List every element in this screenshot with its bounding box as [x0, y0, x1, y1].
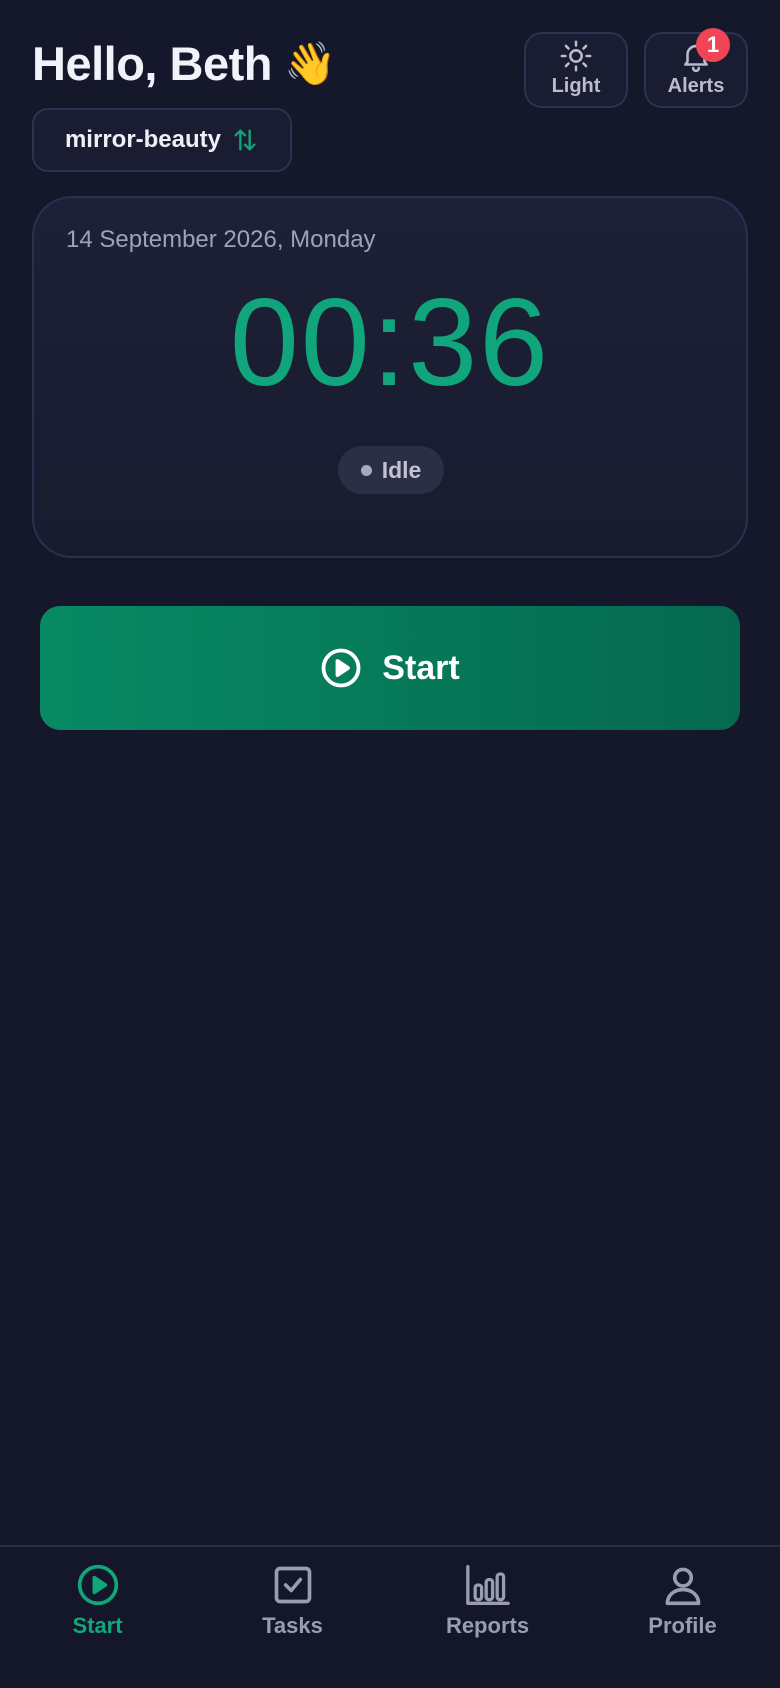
checkbox-icon [274, 1566, 311, 1604]
bar-chart-icon [465, 1565, 510, 1605]
play-circle-icon [321, 648, 361, 688]
bottom-navigation: Start Tasks Reports Profile [0, 1545, 780, 1688]
workspace-name: mirror-beauty [64, 126, 222, 153]
current-date: 14 September 2026, Monday [66, 226, 376, 253]
wave-emoji-icon: 👋 [283, 38, 336, 88]
workspace-switcher[interactable]: mirror-beauty [32, 108, 292, 172]
alerts-button[interactable]: 1 Alerts [644, 28, 748, 108]
nav-label-tasks: Tasks [262, 1613, 323, 1638]
theme-toggle-label: Light [551, 75, 601, 97]
status-dot-icon [360, 464, 372, 476]
timer-display: 00:36 [229, 274, 551, 412]
theme-toggle-button[interactable]: Light [524, 32, 628, 108]
user-icon [665, 1567, 700, 1606]
nav-item-start[interactable]: Start [0, 1547, 195, 1688]
greeting-header: Hello, Beth 👋 [32, 36, 336, 91]
start-button[interactable]: Start [40, 606, 740, 730]
start-button-label: Start [382, 648, 460, 687]
alerts-label: Alerts [667, 75, 725, 97]
alerts-count-badge: 1 [696, 28, 730, 62]
status-text: Idle [381, 456, 422, 483]
sun-icon [560, 40, 592, 72]
nav-item-tasks[interactable]: Tasks [195, 1547, 390, 1688]
greeting-text: Hello, Beth [32, 37, 272, 90]
nav-item-reports[interactable]: Reports [390, 1547, 585, 1688]
nav-label-start: Start [72, 1613, 123, 1638]
nav-item-profile[interactable]: Profile [585, 1547, 780, 1688]
play-circle-icon [77, 1564, 118, 1606]
nav-label-reports: Reports [445, 1613, 530, 1638]
status-badge: Idle [338, 446, 444, 494]
nav-label-profile: Profile [648, 1613, 717, 1638]
swap-vertical-icon [234, 129, 256, 151]
timer-card: 14 September 2026, Monday 00:36 Idle [32, 196, 748, 558]
